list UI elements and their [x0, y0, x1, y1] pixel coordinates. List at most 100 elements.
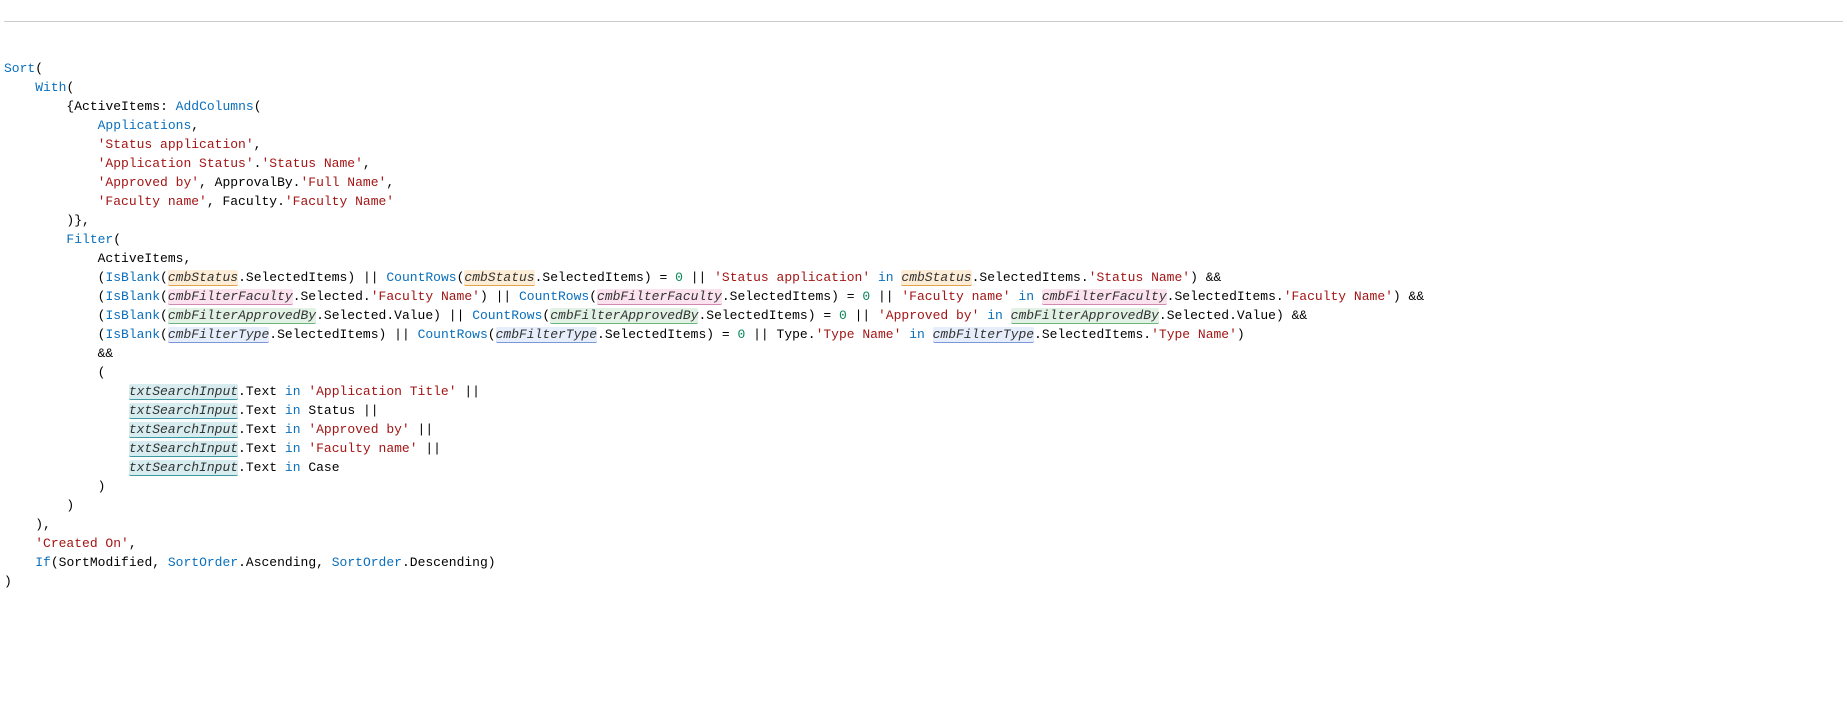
token-kw-in: in [285, 422, 301, 437]
token-fn-countrows: CountRows [418, 327, 488, 342]
var-cmbfiltertype: cmbFilterType [933, 327, 1034, 343]
token-or: || [394, 327, 410, 342]
token-paren: ) [1276, 308, 1284, 323]
token-paren: ) [66, 498, 74, 513]
var-cmbstatus: cmbStatus [168, 270, 238, 286]
token-paren: ( [254, 99, 262, 114]
token-and: && [98, 346, 114, 361]
token-or: || [496, 289, 512, 304]
token-str-faculty-name-lc: 'Faculty name' [901, 289, 1010, 304]
token-ident: ApprovalBy [215, 175, 293, 190]
token-paren: ( [35, 61, 43, 76]
token-paren: ) [4, 574, 12, 589]
token-fn-countrows: CountRows [519, 289, 589, 304]
token-ident: Text [246, 384, 277, 399]
token-ident: Selected [301, 289, 363, 304]
token-or: || [449, 308, 465, 323]
token-str-faculty-name: 'Faculty Name' [285, 194, 394, 209]
token-str-application-title: 'Application Title' [308, 384, 456, 399]
token-sortorder: SortOrder [332, 555, 402, 570]
token-ident: SelectedItems [605, 327, 706, 342]
token-str-faculty-name: 'Faculty Name' [371, 289, 480, 304]
var-cmbfilterapprovedby: cmbFilterApprovedBy [1011, 308, 1159, 324]
token-fn-countrows: CountRows [472, 308, 542, 323]
token-str-status-application: 'Status application' [98, 137, 254, 152]
token-fn-isblank: IsBlank [105, 327, 160, 342]
token-dot: . [316, 308, 324, 323]
token-comma: , [363, 156, 371, 171]
token-comma: , [129, 536, 137, 551]
token-colon: : [160, 99, 176, 114]
var-cmbfiltertype: cmbFilterType [496, 327, 597, 343]
token-paren: ) [1393, 289, 1401, 304]
token-str-type-name: 'Type Name' [816, 327, 902, 342]
token-or: || [363, 270, 379, 285]
token-or: || [418, 422, 434, 437]
var-cmbfilterapprovedby: cmbFilterApprovedBy [168, 308, 316, 324]
token-fn-filter: Filter [66, 232, 113, 247]
token-paren: ) [98, 479, 106, 494]
var-cmbstatus: cmbStatus [464, 270, 534, 286]
token-paren: ) [831, 289, 839, 304]
token-paren: ( [98, 365, 106, 380]
token-ident: SelectedItems [979, 270, 1080, 285]
token-ident: SelectedItems [706, 308, 807, 323]
token-kw-in: in [878, 270, 894, 285]
token-dot: . [269, 327, 277, 342]
token-ident: SelectedItems [1174, 289, 1275, 304]
token-dot: . [1276, 289, 1284, 304]
token-dot: . [238, 441, 246, 456]
token-dot: . [1143, 327, 1151, 342]
token-ident: SortModified [59, 555, 153, 570]
token-dot: . [722, 289, 730, 304]
token-str-approved-by: 'Approved by' [98, 175, 199, 190]
token-paren: ) [379, 327, 387, 342]
token-paren: ( [589, 289, 597, 304]
token-fn-isblank: IsBlank [105, 289, 160, 304]
token-and: && [1206, 270, 1222, 285]
token-paren: )} [66, 213, 82, 228]
token-comma: , [191, 118, 199, 133]
editor-top-border [4, 21, 1843, 22]
token-applications: Applications [98, 118, 192, 133]
token-or: || [878, 289, 894, 304]
token-str-faculty-name: 'Faculty Name' [1284, 289, 1393, 304]
token-dot: . [402, 555, 410, 570]
token-paren: ) [433, 308, 441, 323]
token-comma: , [152, 555, 168, 570]
code-editor[interactable]: Sort( With( {ActiveItems: AddColumns( Ap… [4, 21, 1843, 591]
token-num-zero: 0 [675, 270, 683, 285]
token-ident: ActiveItems [98, 251, 184, 266]
token-eq: = [823, 308, 839, 323]
token-eq: = [847, 289, 863, 304]
token-paren: ( [66, 80, 74, 95]
token-dot: . [1034, 327, 1042, 342]
token-paren: ( [160, 308, 168, 323]
token-or: || [363, 403, 379, 418]
token-num-zero: 0 [839, 308, 847, 323]
token-paren: ( [113, 232, 121, 247]
token-fn-isblank: IsBlank [105, 308, 160, 323]
var-cmbstatus: cmbStatus [901, 270, 971, 286]
token-fn-addcolumns: AddColumns [176, 99, 254, 114]
token-kw-in: in [285, 441, 301, 456]
token-str-application-status: 'Application Status' [98, 156, 254, 171]
token-ident: Value [1237, 308, 1276, 323]
token-str-faculty-name-lc: 'Faculty name' [308, 441, 417, 456]
var-txtsearchinput: txtSearchInput [129, 460, 238, 476]
token-dot: . [238, 384, 246, 399]
token-paren: ) [1237, 327, 1245, 342]
token-dot: . [363, 289, 371, 304]
token-paren: ( [160, 327, 168, 342]
token-paren: ( [160, 289, 168, 304]
token-and: && [1292, 308, 1308, 323]
token-ident: SelectedItems [542, 270, 643, 285]
token-fn-with: With [35, 80, 66, 95]
var-txtsearchinput: txtSearchInput [129, 384, 238, 400]
var-cmbfilterfaculty: cmbFilterFaculty [597, 289, 722, 305]
token-ident: Text [246, 422, 277, 437]
token-or: || [425, 441, 441, 456]
token-str-status-name: 'Status Name' [261, 156, 362, 171]
token-fn-if: If [35, 555, 51, 570]
token-str-status-application: 'Status application' [714, 270, 870, 285]
